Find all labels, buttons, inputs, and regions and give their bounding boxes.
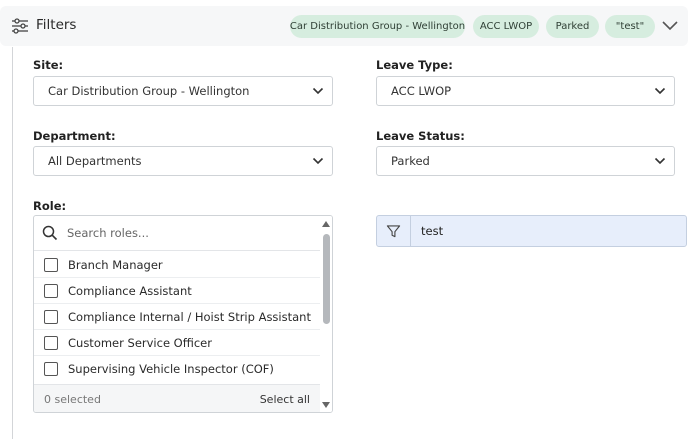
- role-checkbox[interactable]: [44, 283, 58, 298]
- filter-chip-leave-type[interactable]: ACC LWOP: [473, 15, 539, 38]
- leave-type-label: Leave Type:: [376, 58, 453, 72]
- leave-status-select[interactable]: Parked: [376, 146, 675, 176]
- leave-type-select[interactable]: ACC LWOP: [376, 76, 675, 106]
- filter-chip-text[interactable]: "test": [605, 15, 655, 38]
- text-filter-input[interactable]: test: [376, 215, 687, 247]
- role-checkbox[interactable]: [44, 335, 58, 350]
- role-checkbox[interactable]: [44, 257, 58, 272]
- role-checkbox[interactable]: [44, 362, 58, 376]
- role-option[interactable]: Branch Manager: [34, 252, 320, 278]
- role-scrollbar[interactable]: [320, 216, 332, 412]
- site-select-value: Car Distribution Group - Wellington: [48, 84, 250, 98]
- role-option-label: Compliance Internal / Hoist Strip Assist…: [68, 309, 311, 324]
- role-search-row: [34, 216, 320, 251]
- role-option[interactable]: Supervising Vehicle Inspector (COF): [34, 356, 320, 382]
- search-icon: [42, 225, 58, 241]
- role-option[interactable]: Compliance Internal / Hoist Strip Assist…: [34, 304, 320, 330]
- filter-icon: [386, 224, 401, 237]
- department-select[interactable]: All Departments: [33, 146, 333, 176]
- scroll-down-arrow-icon[interactable]: [322, 402, 330, 408]
- chevron-down-icon: [312, 87, 324, 95]
- chevron-down-icon: [312, 157, 324, 165]
- role-option-label: Supervising Vehicle Inspector (COF): [68, 362, 274, 376]
- filters-header[interactable]: Filters Car Distribution Group - Welling…: [0, 6, 688, 46]
- role-option-label: Customer Service Officer: [68, 335, 212, 350]
- chevron-down-icon: [654, 157, 666, 165]
- site-label: Site:: [33, 58, 64, 72]
- chevron-down-icon[interactable]: [660, 19, 680, 33]
- site-select[interactable]: Car Distribution Group - Wellington: [33, 76, 333, 106]
- role-checkbox[interactable]: [44, 309, 58, 324]
- selected-count: 0 selected: [44, 393, 101, 406]
- leave-status-label: Leave Status:: [376, 129, 465, 143]
- role-option[interactable]: Compliance Assistant: [34, 278, 320, 304]
- filter-chip-site[interactable]: Car Distribution Group - Wellington: [290, 15, 465, 38]
- role-option-label: Compliance Assistant: [68, 283, 192, 298]
- leave-status-select-value: Parked: [391, 154, 430, 168]
- department-label: Department:: [33, 129, 116, 143]
- text-filter-addon: [377, 216, 411, 246]
- chevron-down-icon: [654, 87, 666, 95]
- scrollbar-thumb[interactable]: [323, 234, 330, 324]
- panel-divider: [12, 47, 13, 439]
- role-label: Role:: [33, 199, 67, 213]
- scroll-up-arrow-icon[interactable]: [322, 221, 330, 227]
- filters-title: Filters: [36, 17, 77, 33]
- role-option[interactable]: Customer Service Officer: [34, 330, 320, 356]
- text-filter-value: test: [421, 224, 444, 238]
- role-footer: 0 selected Select all: [34, 384, 320, 412]
- leave-type-select-value: ACC LWOP: [391, 84, 452, 98]
- sliders-icon: [12, 18, 28, 34]
- department-select-value: All Departments: [48, 154, 142, 168]
- role-option-label: Branch Manager: [68, 257, 163, 272]
- filter-chip-leave-status[interactable]: Parked: [546, 15, 599, 38]
- role-search-input[interactable]: [67, 226, 307, 240]
- select-all-button[interactable]: Select all: [260, 393, 310, 406]
- role-multiselect: Branch Manager Compliance Assistant Comp…: [33, 215, 333, 413]
